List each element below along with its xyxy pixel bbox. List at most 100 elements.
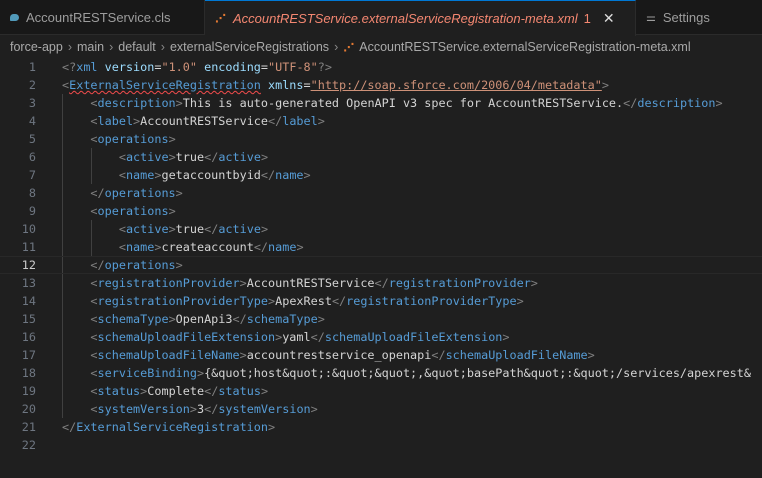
code-token: < (90, 384, 98, 398)
code-token: name (275, 168, 304, 182)
code-line[interactable]: 6 <active>true</active> (0, 148, 762, 166)
code-line[interactable]: 14 <registrationProviderType>ApexRest</r… (0, 292, 762, 310)
code-text: <registrationProviderType>ApexRest</regi… (62, 292, 524, 310)
code-line[interactable]: 20 <systemVersion>3</systemVersion> (0, 400, 762, 418)
code-line[interactable]: 13 <registrationProvider>AccountRESTServ… (0, 274, 762, 292)
code-line[interactable]: 15 <schemaType>OpenApi3</schemaType> (0, 310, 762, 328)
code-line[interactable]: 18 <serviceBinding>{&quot;host&quot;:&qu… (0, 364, 762, 382)
code-line[interactable]: 21 </ExternalServiceRegistration> (0, 418, 762, 436)
code-line[interactable]: 10 <active>true</active> (0, 220, 762, 238)
code-token: registrationProvider (388, 276, 531, 290)
code-token: schemaType (246, 312, 318, 326)
code-line[interactable]: 1 <?xml version="1.0" encoding="UTF-8"?> (0, 58, 762, 76)
code-line[interactable]: 12 </operations> (0, 256, 762, 274)
code-token: < (90, 276, 98, 290)
code-token: </ (310, 330, 325, 344)
code-line[interactable]: 4 <label>AccountRESTService</label> (0, 112, 762, 130)
line-number: 17 (21, 348, 36, 362)
code-text: <serviceBinding>{&quot;host&quot;:&quot;… (62, 364, 751, 382)
code-token: > (317, 114, 325, 128)
code-token: < (118, 240, 126, 254)
code-token: operations (104, 186, 176, 200)
line-number: 1 (28, 60, 36, 74)
code-token: < (90, 330, 98, 344)
tab-external-service-registration-xml[interactable]: ⋰ AccountRESTService.externalServiceRegi… (205, 0, 636, 36)
code-token: > (260, 150, 269, 164)
close-icon[interactable]: ✕ (603, 10, 615, 27)
salesforce-cls-icon (10, 12, 19, 24)
code-token: </ (90, 186, 105, 200)
line-number: 11 (21, 240, 36, 254)
code-line[interactable]: 19 <status>Complete</status> (0, 382, 762, 400)
code-token: ApexRest (275, 294, 332, 308)
code-token: schemaUploadFileName (97, 348, 240, 362)
code-line[interactable]: 17 <schemaUploadFileName>accountrestserv… (0, 346, 762, 364)
code-token: > (516, 294, 524, 308)
code-token: {&quot;host&quot;:&quot;&quot;,&quot;bas… (204, 366, 751, 380)
code-token: registrationProviderType (346, 294, 517, 308)
code-token: </ (204, 384, 219, 398)
code-line[interactable]: 9 <operations> (0, 202, 762, 220)
code-token: createaccount (161, 240, 254, 254)
code-token: < (90, 114, 98, 128)
code-token: true (175, 150, 205, 164)
chevron-right-icon: › (334, 40, 339, 54)
code-line[interactable]: 2 <ExternalServiceRegistration xmlns="htt… (0, 76, 762, 94)
code-token: AccountRESTService (246, 276, 375, 290)
code-editor[interactable]: 1 <?xml version="1.0" encoding="UTF-8"?> 2… (0, 58, 762, 454)
tab-account-rest-service-cls[interactable]: AccountRESTService.cls (0, 0, 205, 35)
code-line[interactable]: 8 </operations> (0, 184, 762, 202)
code-line[interactable]: 16 <schemaUploadFileExtension>yaml</sche… (0, 328, 762, 346)
line-number: 22 (21, 438, 36, 452)
breadcrumb-item[interactable]: AccountRESTService.externalServiceRegist… (359, 40, 690, 54)
code-token: registrationProvider (97, 276, 240, 290)
chevron-right-icon: › (109, 40, 114, 54)
line-number: 6 (28, 150, 36, 164)
code-token: > (175, 186, 183, 200)
code-line[interactable]: 5 <operations> (0, 130, 762, 148)
code-token: > (239, 348, 247, 362)
code-token: > (175, 96, 183, 110)
code-token: > (175, 258, 183, 272)
line-number: 16 (21, 330, 36, 344)
code-line[interactable]: 3 <description>This is auto-generated Op… (0, 94, 762, 112)
code-token: > (239, 276, 247, 290)
code-text: <systemVersion>3</systemVersion> (62, 400, 318, 418)
tab-settings[interactable]: ⚌ Settings (636, 0, 762, 35)
line-number: 8 (28, 186, 36, 200)
problem-count-badge: 1 (583, 11, 591, 26)
code-line[interactable]: 22 (0, 436, 762, 454)
code-token: > (310, 402, 318, 416)
code-token: xmlns (267, 78, 304, 92)
code-text: <status>Complete</status> (62, 382, 268, 400)
code-token: > (502, 330, 510, 344)
code-token: operations (104, 258, 176, 272)
code-token: > (189, 402, 197, 416)
code-token: < (118, 150, 126, 164)
code-token: > (317, 312, 325, 326)
code-token: operations (97, 132, 169, 146)
code-line[interactable]: 7 <name>getaccountbyid</name> (0, 166, 762, 184)
code-text: <schemaUploadFileExtension>yaml</schemaU… (62, 328, 510, 346)
code-token: < (118, 168, 126, 182)
code-line[interactable]: 11 <name>createaccount</name> (0, 238, 762, 256)
breadcrumb-item[interactable]: main (77, 40, 104, 54)
code-token: "http://soap.sforce.com/2006/04/metadata… (310, 78, 602, 92)
code-text: <active>true</active> (62, 148, 268, 166)
breadcrumb-item[interactable]: force-app (10, 40, 63, 54)
code-token: </ (331, 294, 347, 308)
line-number: 10 (21, 222, 36, 236)
code-token: true (175, 222, 205, 236)
code-token: <? (62, 60, 77, 74)
breadcrumb-item[interactable]: externalServiceRegistrations (170, 40, 329, 54)
breadcrumb-item[interactable]: default (118, 40, 156, 54)
code-text: <ExternalServiceRegistration xmlns="http… (62, 76, 609, 94)
code-token: < (90, 294, 98, 308)
code-token: name (268, 240, 297, 254)
code-token: description (637, 96, 716, 110)
